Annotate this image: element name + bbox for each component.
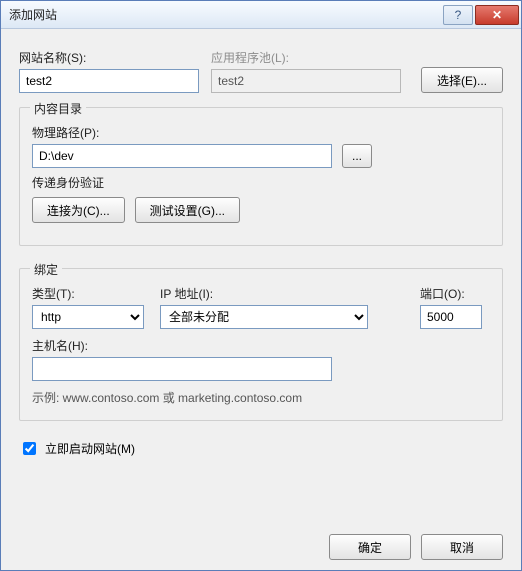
type-select[interactable]: http — [32, 305, 144, 329]
cancel-button[interactable]: 取消 — [421, 534, 503, 560]
close-button[interactable]: ✕ — [475, 5, 519, 25]
autostart-checkbox[interactable] — [23, 442, 36, 455]
test-settings-button[interactable]: 测试设置(G)... — [135, 197, 240, 223]
titlebar: 添加网站 ? ✕ — [1, 1, 521, 29]
physical-path-input[interactable] — [32, 144, 332, 168]
ok-button[interactable]: 确定 — [329, 534, 411, 560]
ip-label: IP 地址(I): — [160, 285, 410, 302]
autostart-label: 立即启动网站(M) — [45, 440, 135, 457]
question-icon: ? — [455, 8, 462, 22]
passthrough-auth-label: 传递身份验证 — [32, 174, 490, 191]
host-example: 示例: www.contoso.com 或 marketing.contoso.… — [32, 389, 490, 406]
content-legend: 内容目录 — [30, 100, 86, 117]
connect-as-button[interactable]: 连接为(C)... — [32, 197, 125, 223]
help-button[interactable]: ? — [443, 5, 473, 25]
type-label: 类型(T): — [32, 285, 150, 302]
site-name-input[interactable] — [19, 69, 199, 93]
ip-select[interactable]: 全部未分配 — [160, 305, 368, 329]
browse-path-button[interactable]: ... — [342, 144, 372, 168]
host-input[interactable] — [32, 357, 332, 381]
app-pool-input — [211, 69, 401, 93]
host-label: 主机名(H): — [32, 337, 490, 354]
close-icon: ✕ — [492, 8, 502, 22]
binding-legend: 绑定 — [30, 261, 62, 278]
ellipsis-icon: ... — [352, 149, 362, 163]
port-label: 端口(O): — [420, 285, 490, 302]
physical-path-label: 物理路径(P): — [32, 124, 490, 141]
port-input[interactable] — [420, 305, 482, 329]
window-title: 添加网站 — [9, 6, 443, 23]
binding-group: 绑定 类型(T): http IP 地址(I): 全部未分配 端口(O): — [19, 268, 503, 421]
site-name-label: 网站名称(S): — [19, 49, 201, 66]
app-pool-label: 应用程序池(L): — [211, 49, 411, 66]
content-group: 内容目录 物理路径(P): ... 传递身份验证 连接为(C)... 测试设置(… — [19, 107, 503, 246]
dialog-add-website: 添加网站 ? ✕ 网站名称(S): 应用程序池(L): 选择(E)... 内容目… — [0, 0, 522, 571]
select-app-pool-button[interactable]: 选择(E)... — [421, 67, 503, 93]
